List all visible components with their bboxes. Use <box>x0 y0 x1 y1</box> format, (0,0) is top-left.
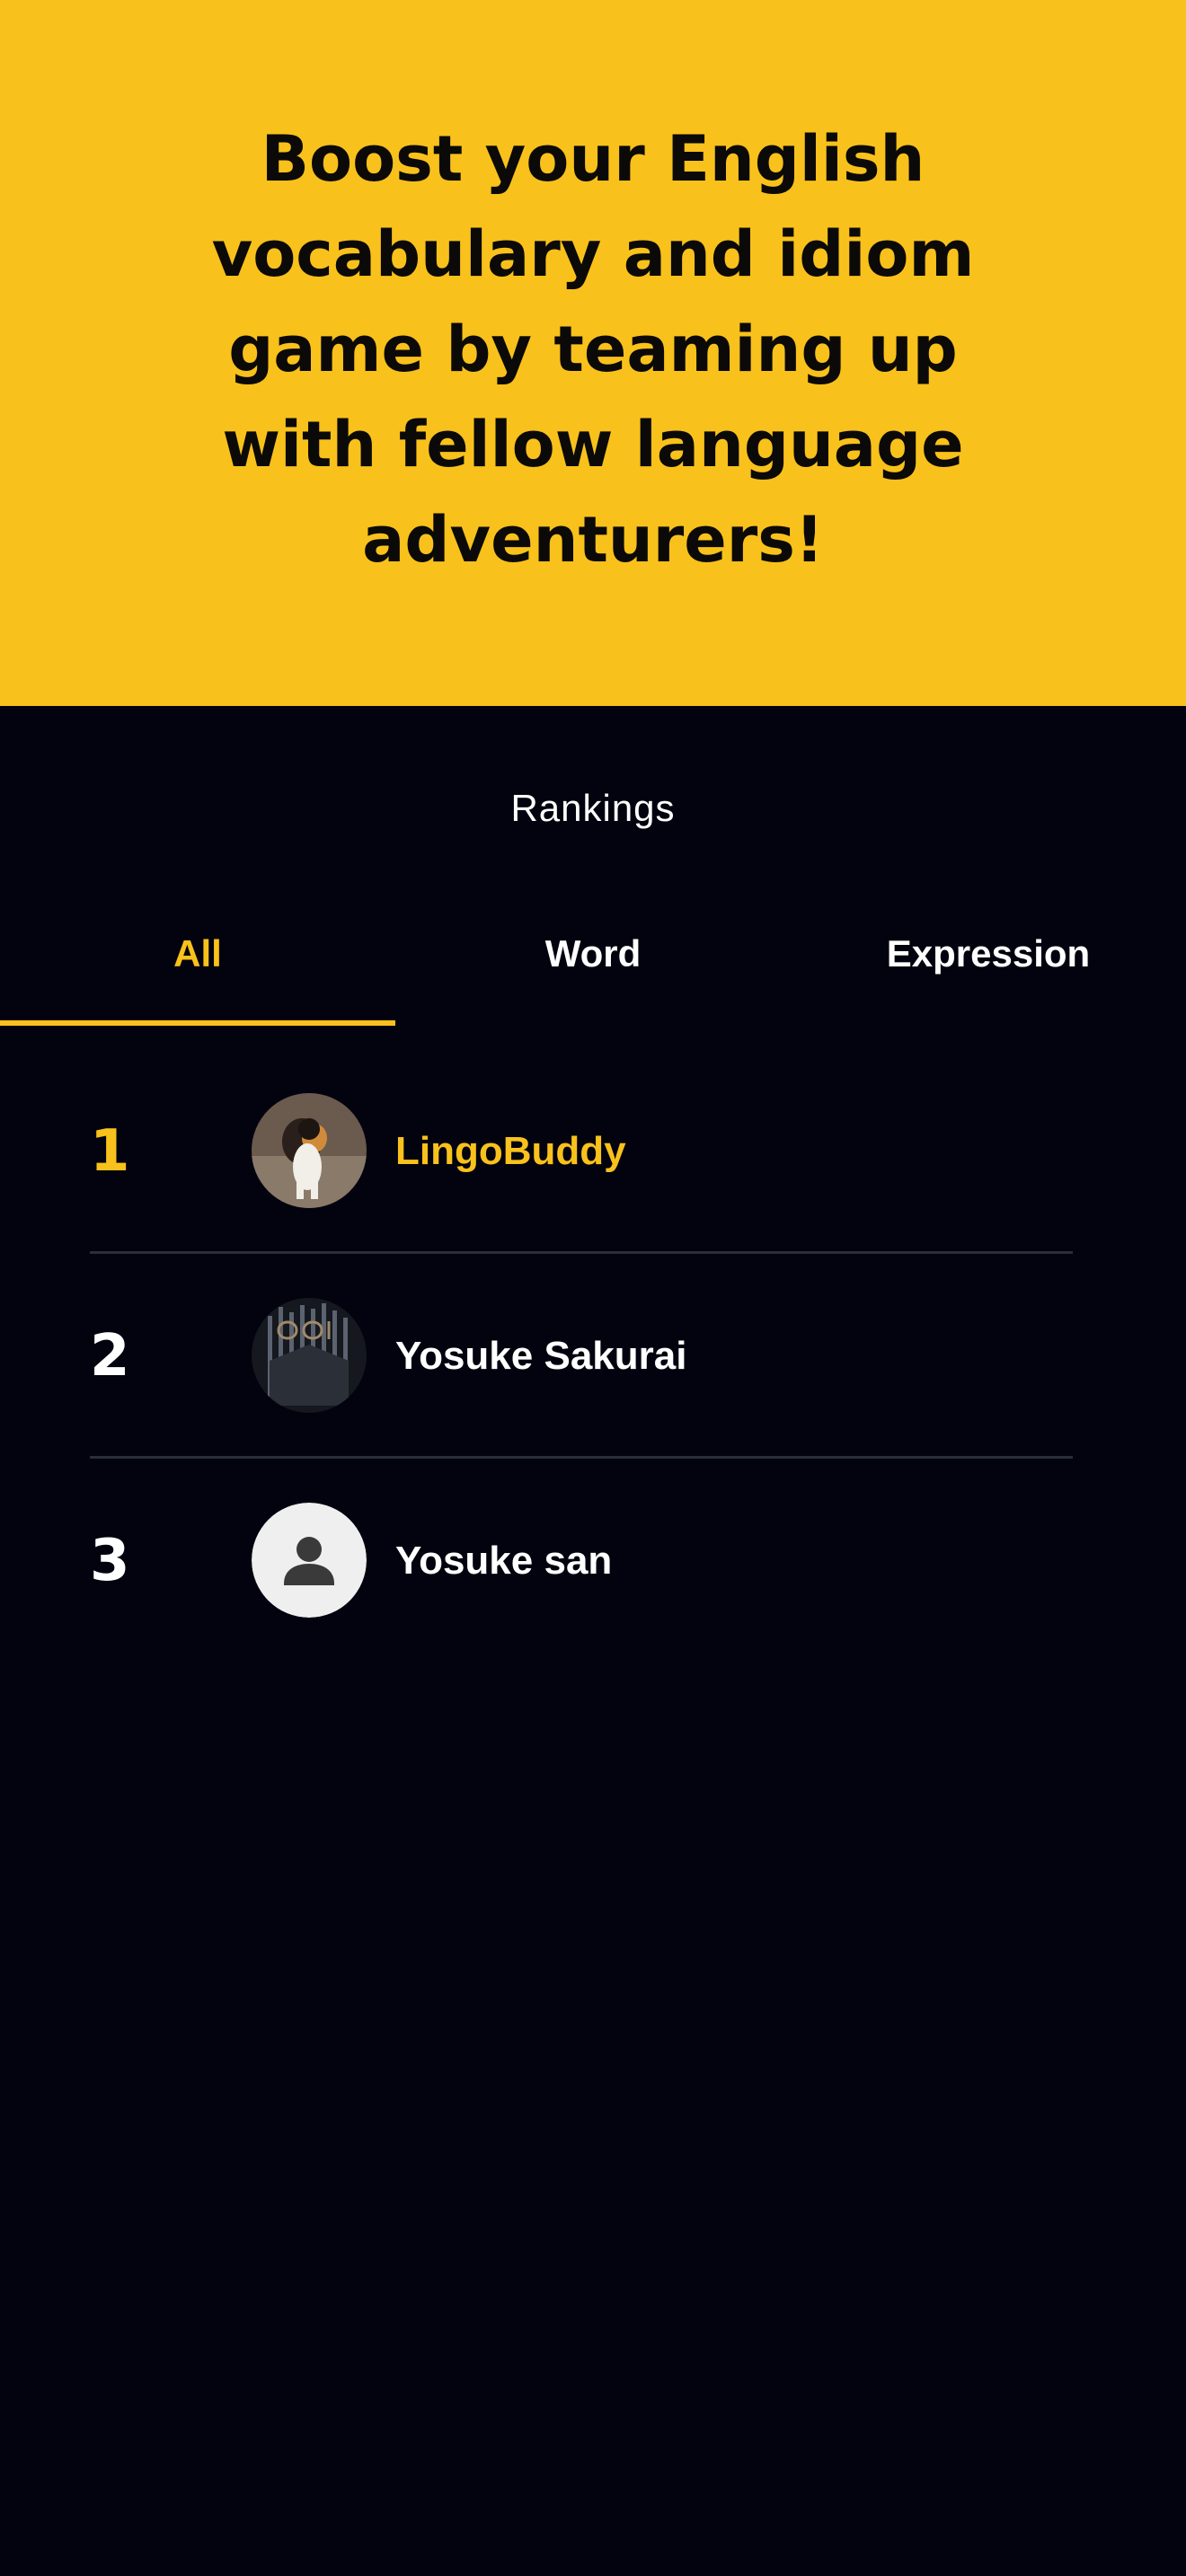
player-name[interactable]: Yosuke Sakurai <box>395 1254 686 1459</box>
ranking-row[interactable]: 2 Yosuke Sakurai <box>90 1254 1073 1459</box>
rank-number: 3 <box>90 1528 130 1594</box>
avatar <box>252 1093 367 1208</box>
tab-word[interactable]: Word <box>395 907 791 1026</box>
page-title: Rankings <box>510 787 676 829</box>
tab-all[interactable]: All <box>0 907 395 1026</box>
hero-banner: Boost your English vocabulary and idiom … <box>0 0 1186 706</box>
ranking-row[interactable]: 3 Yosuke san <box>90 1459 1073 1663</box>
tab-expression[interactable]: Expression <box>791 907 1186 1026</box>
hero-title: Boost your English vocabulary and idiom … <box>211 122 975 577</box>
player-name[interactable]: LingoBuddy <box>395 1049 626 1254</box>
avatar <box>252 1503 367 1618</box>
ranking-row[interactable]: 1 LingoBuddy <box>90 1049 1073 1254</box>
rank-number: 1 <box>90 1118 130 1185</box>
avatar <box>252 1298 367 1413</box>
player-name[interactable]: Yosuke san <box>395 1459 612 1663</box>
ranking-tabs: All Word Expression <box>0 907 1186 1026</box>
person-icon <box>252 1503 367 1618</box>
throne-photo <box>252 1298 367 1413</box>
cat-photo <box>252 1093 367 1208</box>
rank-number: 2 <box>90 1323 130 1389</box>
